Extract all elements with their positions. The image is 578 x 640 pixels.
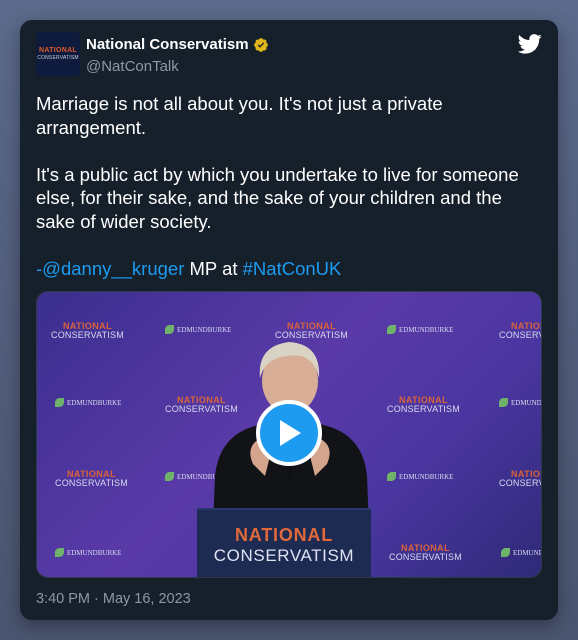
backdrop-logo: NATIONAL CONSERVATISM [387, 396, 460, 414]
display-name-text: National Conservatism [86, 36, 249, 53]
podium-line2: CONSERVATISM [213, 545, 355, 565]
podium: NATIONAL CONSERVATISM [197, 508, 371, 577]
leaf-icon [55, 398, 64, 407]
tweet-paragraph-1: Marriage is not all about you. It's not … [36, 93, 443, 138]
play-icon [280, 420, 301, 446]
verified-badge-icon [253, 37, 268, 52]
backdrop-logo-line2: CONSERVATISM [55, 478, 128, 488]
backdrop-logo: NATIONAL CONSERVATISM [389, 544, 462, 562]
backdrop-logo: NATIONAL CONSERVATISM [51, 322, 124, 340]
mention-link[interactable]: @danny__kruger [42, 258, 184, 279]
backdrop-partner-logo: EDMUNDBURKE [55, 548, 121, 557]
backdrop-partner-logo: EDMUNDBURKE [499, 398, 542, 407]
tweet-card[interactable]: NATIONAL CONSERVATISM National Conservat… [20, 20, 558, 620]
backdrop-logo: NATIONAL CONSERVATISM [499, 470, 541, 488]
backdrop-logo-line2: CONSERVATISM [51, 330, 124, 340]
tweet-attribution: -@danny__kruger MP at #NatConUK [36, 257, 546, 281]
backdrop-partner-text: EDMUNDBURKE [399, 325, 454, 334]
leaf-icon [499, 398, 508, 407]
video-player[interactable]: NATIONAL CONSERVATISM EDMUNDBURKE NATION… [36, 291, 542, 578]
backdrop-logo-line2: CONSERVATISM [499, 330, 541, 340]
backdrop-logo-line2: CONSERVATISM [387, 404, 460, 414]
handle[interactable]: @NatConTalk [86, 58, 179, 75]
backdrop-partner-logo: EDMUNDBURKE [501, 548, 541, 557]
backdrop-logo-line2: CONSERVATISM [499, 478, 541, 488]
backdrop-partner-text: EDMUNDBURKE [399, 472, 454, 481]
attribution-middle: MP at [184, 257, 243, 279]
backdrop-partner-text: EDMUNDBURKE [513, 548, 541, 557]
hashtag-link[interactable]: #NatConUK [243, 258, 342, 279]
tweet-text: Marriage is not all about you. It's not … [36, 92, 546, 304]
avatar[interactable]: NATIONAL CONSERVATISM [36, 32, 80, 76]
backdrop-logo: NATIONAL CONSERVATISM [55, 470, 128, 488]
backdrop-partner-logo: EDMUNDBURKE [387, 325, 453, 334]
backdrop-partner-logo: EDMUNDBURKE [387, 472, 453, 481]
avatar-line2: CONSERVATISM [37, 55, 79, 61]
leaf-icon [165, 325, 174, 334]
leaf-icon [55, 548, 64, 557]
backdrop-partner-text: EDMUNDBURKE [67, 398, 122, 407]
backdrop-logo-line2: CONSERVATISM [389, 552, 462, 562]
leaf-icon [501, 548, 510, 557]
play-button[interactable] [256, 400, 322, 466]
backdrop-logo: NATIONAL CONSERVATISM [499, 322, 541, 340]
backdrop-partner-text: EDMUNDBURKE [511, 398, 542, 407]
backdrop-partner-logo: EDMUNDBURKE [55, 398, 121, 407]
tweet-timestamp[interactable]: 3:40 PM · May 16, 2023 [36, 591, 191, 607]
twitter-bird-icon[interactable] [518, 34, 542, 54]
podium-line1: NATIONAL [234, 524, 334, 545]
leaf-icon [165, 472, 174, 481]
avatar-line1: NATIONAL [38, 47, 78, 54]
leaf-icon [387, 472, 396, 481]
display-name[interactable]: National Conservatism [86, 36, 269, 53]
tweet-paragraph-2: It's a public act by which you undertake… [36, 163, 519, 232]
backdrop-partner-text: EDMUNDBURKE [67, 548, 122, 557]
leaf-icon [387, 325, 396, 334]
